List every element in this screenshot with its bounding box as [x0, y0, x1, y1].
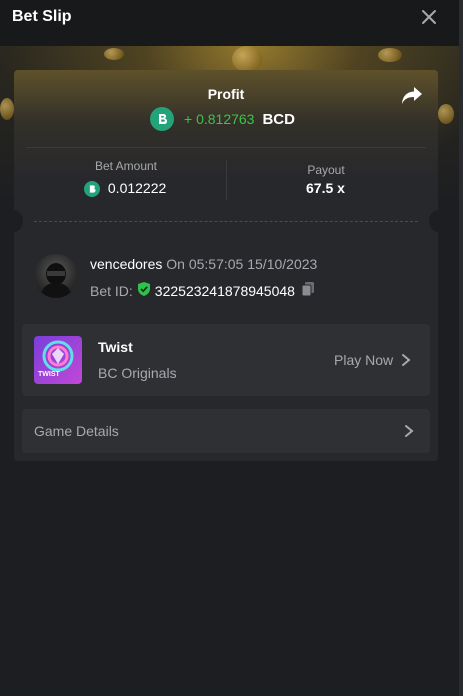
scrollbar[interactable]	[459, 0, 463, 696]
bet-amount-value: 0.012222	[107, 180, 167, 196]
bcd-logo-icon	[150, 107, 174, 131]
bcd-logo-icon	[84, 181, 100, 198]
page-title: Bet Slip	[12, 8, 72, 25]
bet-id-value: 322523241878945048	[154, 282, 295, 299]
verified-shield-icon	[137, 281, 151, 300]
close-icon[interactable]	[418, 6, 440, 28]
chevron-right-icon	[401, 353, 411, 367]
bet-amount-label: Bet Amount	[94, 159, 158, 173]
chevron-right-icon	[404, 424, 414, 443]
header: Bet Slip	[0, 0, 459, 46]
payout-value: 67.5 x	[306, 180, 345, 196]
bet-id-row: Bet ID: 322523241878945048	[90, 281, 315, 300]
game-provider: BC Originals	[98, 365, 177, 381]
bet-id-label: Bet ID:	[90, 282, 133, 299]
copy-icon[interactable]	[301, 281, 315, 300]
game-thumbnail[interactable]: TWIST	[34, 336, 82, 384]
ticket-notch-right	[429, 210, 438, 232]
coin-decoration	[104, 48, 124, 60]
profit-row: + 0.812763 BCD	[150, 106, 295, 132]
profit-value: + 0.812763	[184, 111, 255, 127]
game-details-button[interactable]: Game Details	[22, 409, 430, 453]
coin-decoration	[232, 46, 262, 72]
bet-timestamp: On 05:57:05 15/10/2023	[166, 256, 318, 272]
game-name: Twist	[98, 339, 133, 355]
payout-label: Payout	[307, 163, 345, 177]
divider	[26, 147, 426, 148]
coin-decoration	[378, 48, 402, 62]
bet-amount: 0.012222	[84, 180, 167, 198]
coin-decoration	[0, 98, 14, 120]
share-icon[interactable]	[400, 84, 424, 106]
game-card[interactable]: TWIST Twist BC Originals Play Now	[22, 324, 430, 396]
play-now-label: Play Now	[334, 352, 394, 368]
coin-decoration	[438, 104, 454, 124]
profit-label: Profit	[207, 86, 245, 102]
user-info: vencedores On 05:57:05 15/10/2023	[90, 256, 317, 272]
bet-slip-card: Profit + 0.812763 BCD Bet Amount 0.01222…	[14, 70, 438, 461]
play-now-button[interactable]: Play Now	[334, 352, 411, 368]
game-thumb-label: TWIST	[38, 371, 60, 378]
avatar[interactable]	[34, 254, 78, 298]
game-details-label: Game Details	[34, 423, 119, 439]
dashed-divider	[34, 221, 418, 222]
profit-currency: BCD	[262, 110, 295, 128]
username[interactable]: vencedores	[90, 256, 162, 272]
